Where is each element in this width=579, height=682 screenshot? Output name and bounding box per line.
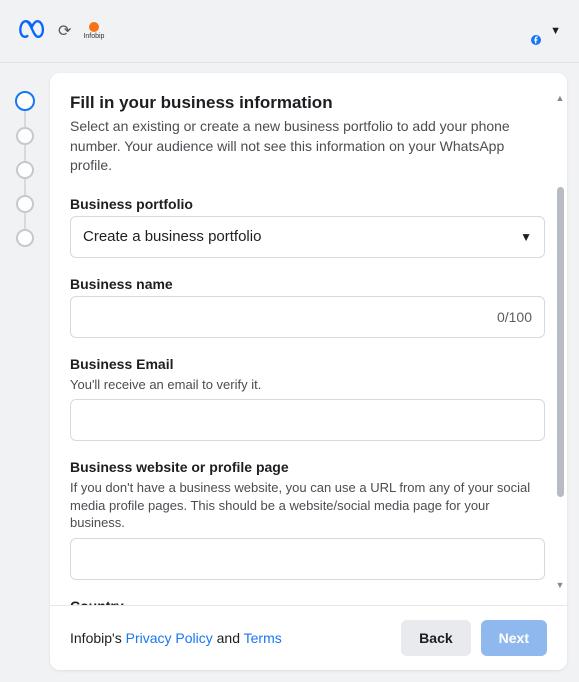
step-2 bbox=[16, 127, 34, 145]
scrollbar[interactable]: ▲ ▼ bbox=[553, 93, 567, 590]
progress-stepper bbox=[14, 91, 36, 247]
form-card: Fill in your business information Select… bbox=[50, 73, 567, 670]
vendor-dot-icon bbox=[89, 22, 99, 32]
vendor-chip: Infobip bbox=[83, 22, 104, 40]
website-help: If you don't have a business website, yo… bbox=[70, 479, 545, 532]
page-title: Fill in your business information bbox=[70, 93, 545, 113]
business-name-input[interactable]: 0/100 bbox=[70, 296, 545, 338]
website-input[interactable] bbox=[70, 538, 545, 580]
portfolio-select[interactable]: Create a business portfolio ▼ bbox=[70, 216, 545, 258]
country-label: Country bbox=[70, 598, 545, 605]
step-1 bbox=[15, 91, 35, 111]
page-subtitle: Select an existing or create a new busin… bbox=[70, 117, 545, 176]
business-name-counter: 0/100 bbox=[497, 309, 532, 325]
top-bar: ⟳ Infobip ▼ bbox=[0, 0, 579, 62]
back-button[interactable]: Back bbox=[401, 620, 470, 656]
step-4 bbox=[16, 195, 34, 213]
vendor-label: Infobip bbox=[83, 33, 104, 40]
refresh-icon[interactable]: ⟳ bbox=[58, 21, 71, 41]
business-email-help: You'll receive an email to verify it. bbox=[70, 376, 545, 394]
business-email-label: Business Email bbox=[70, 356, 545, 372]
footer-prefix: Infobip's bbox=[70, 630, 126, 646]
card-footer: Infobip's Privacy Policy and Terms Back … bbox=[50, 605, 567, 670]
facebook-badge-icon bbox=[529, 33, 543, 47]
step-5 bbox=[16, 229, 34, 247]
privacy-policy-link[interactable]: Privacy Policy bbox=[126, 630, 213, 646]
portfolio-select-value: Create a business portfolio bbox=[83, 228, 261, 245]
step-3 bbox=[16, 161, 34, 179]
next-button[interactable]: Next bbox=[481, 620, 547, 656]
scroll-thumb[interactable] bbox=[557, 187, 564, 497]
scroll-up-icon[interactable]: ▲ bbox=[556, 93, 565, 103]
website-label: Business website or profile page bbox=[70, 459, 545, 475]
scroll-down-icon[interactable]: ▼ bbox=[556, 580, 565, 590]
terms-link[interactable]: Terms bbox=[244, 630, 282, 646]
portfolio-label: Business portfolio bbox=[70, 196, 545, 212]
chevron-down-icon: ▼ bbox=[520, 230, 532, 244]
meta-logo-icon bbox=[18, 15, 46, 48]
account-avatar[interactable] bbox=[514, 18, 540, 44]
account-menu-caret-icon[interactable]: ▼ bbox=[550, 25, 561, 37]
footer-legal: Infobip's Privacy Policy and Terms bbox=[70, 630, 282, 646]
business-email-input[interactable] bbox=[70, 399, 545, 441]
footer-join: and bbox=[213, 630, 244, 646]
business-name-label: Business name bbox=[70, 276, 545, 292]
